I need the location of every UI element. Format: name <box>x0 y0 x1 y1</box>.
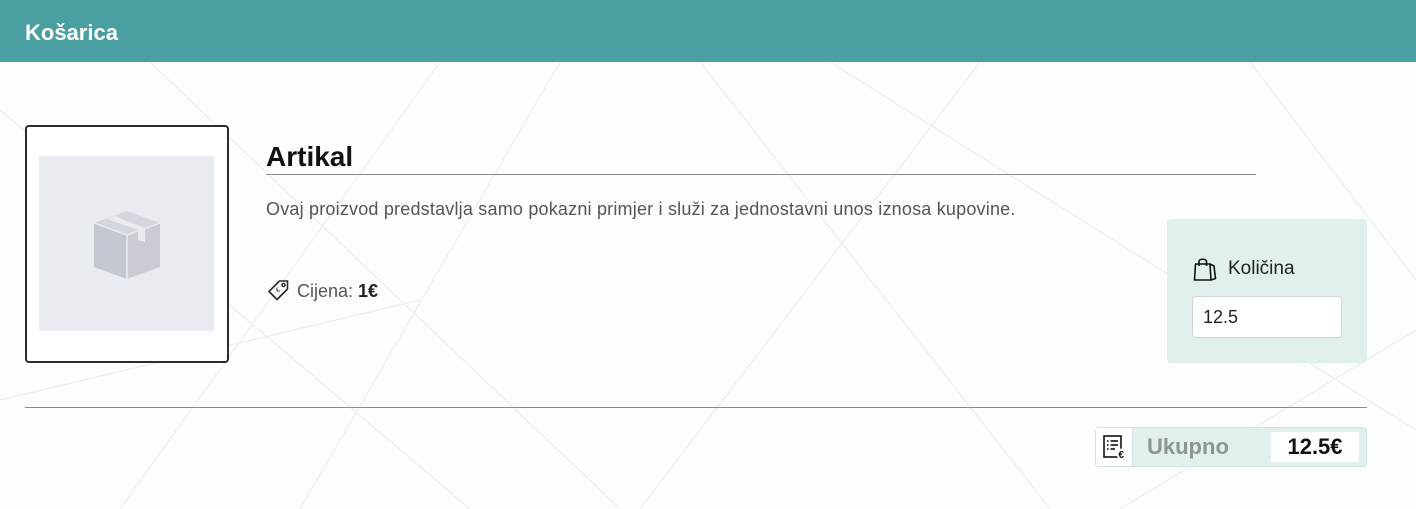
total-label: Ukupno <box>1147 434 1229 459</box>
box-icon <box>93 211 161 279</box>
svg-text:€: € <box>275 286 283 294</box>
total-value: 12.5€ <box>1271 432 1359 462</box>
price-tag-icon: € <box>268 280 289 301</box>
cart-page: Košarica Artikal Ovaj proizvod predstavl… <box>0 0 1416 509</box>
header-bar: Košarica <box>0 0 1416 62</box>
shopping-bag-icon <box>1193 258 1217 281</box>
page-title: Košarica <box>25 20 118 45</box>
total-icon-box: € <box>1096 428 1133 466</box>
price-label: Cijena: <box>297 280 354 301</box>
product-description: Ovaj proizvod predstavlja samo pokazni p… <box>266 199 1016 219</box>
product-image-placeholder <box>39 156 214 331</box>
price-value: 1€ <box>358 280 379 301</box>
receipt-euro-icon: € <box>1103 435 1128 460</box>
product-title: Artikal <box>266 140 1256 175</box>
svg-text:€: € <box>1118 450 1124 460</box>
quantity-label: Količina <box>1228 258 1295 279</box>
quantity-label-row: Količina <box>1192 256 1295 282</box>
quantity-input[interactable] <box>1192 296 1342 338</box>
quantity-panel: Količina <box>1167 219 1367 363</box>
price-row: € Cijena: 1€ <box>266 278 378 303</box>
divider <box>25 407 1367 408</box>
product-image-frame <box>25 125 229 363</box>
total-panel: € Ukupno 12.5€ <box>1095 427 1367 467</box>
